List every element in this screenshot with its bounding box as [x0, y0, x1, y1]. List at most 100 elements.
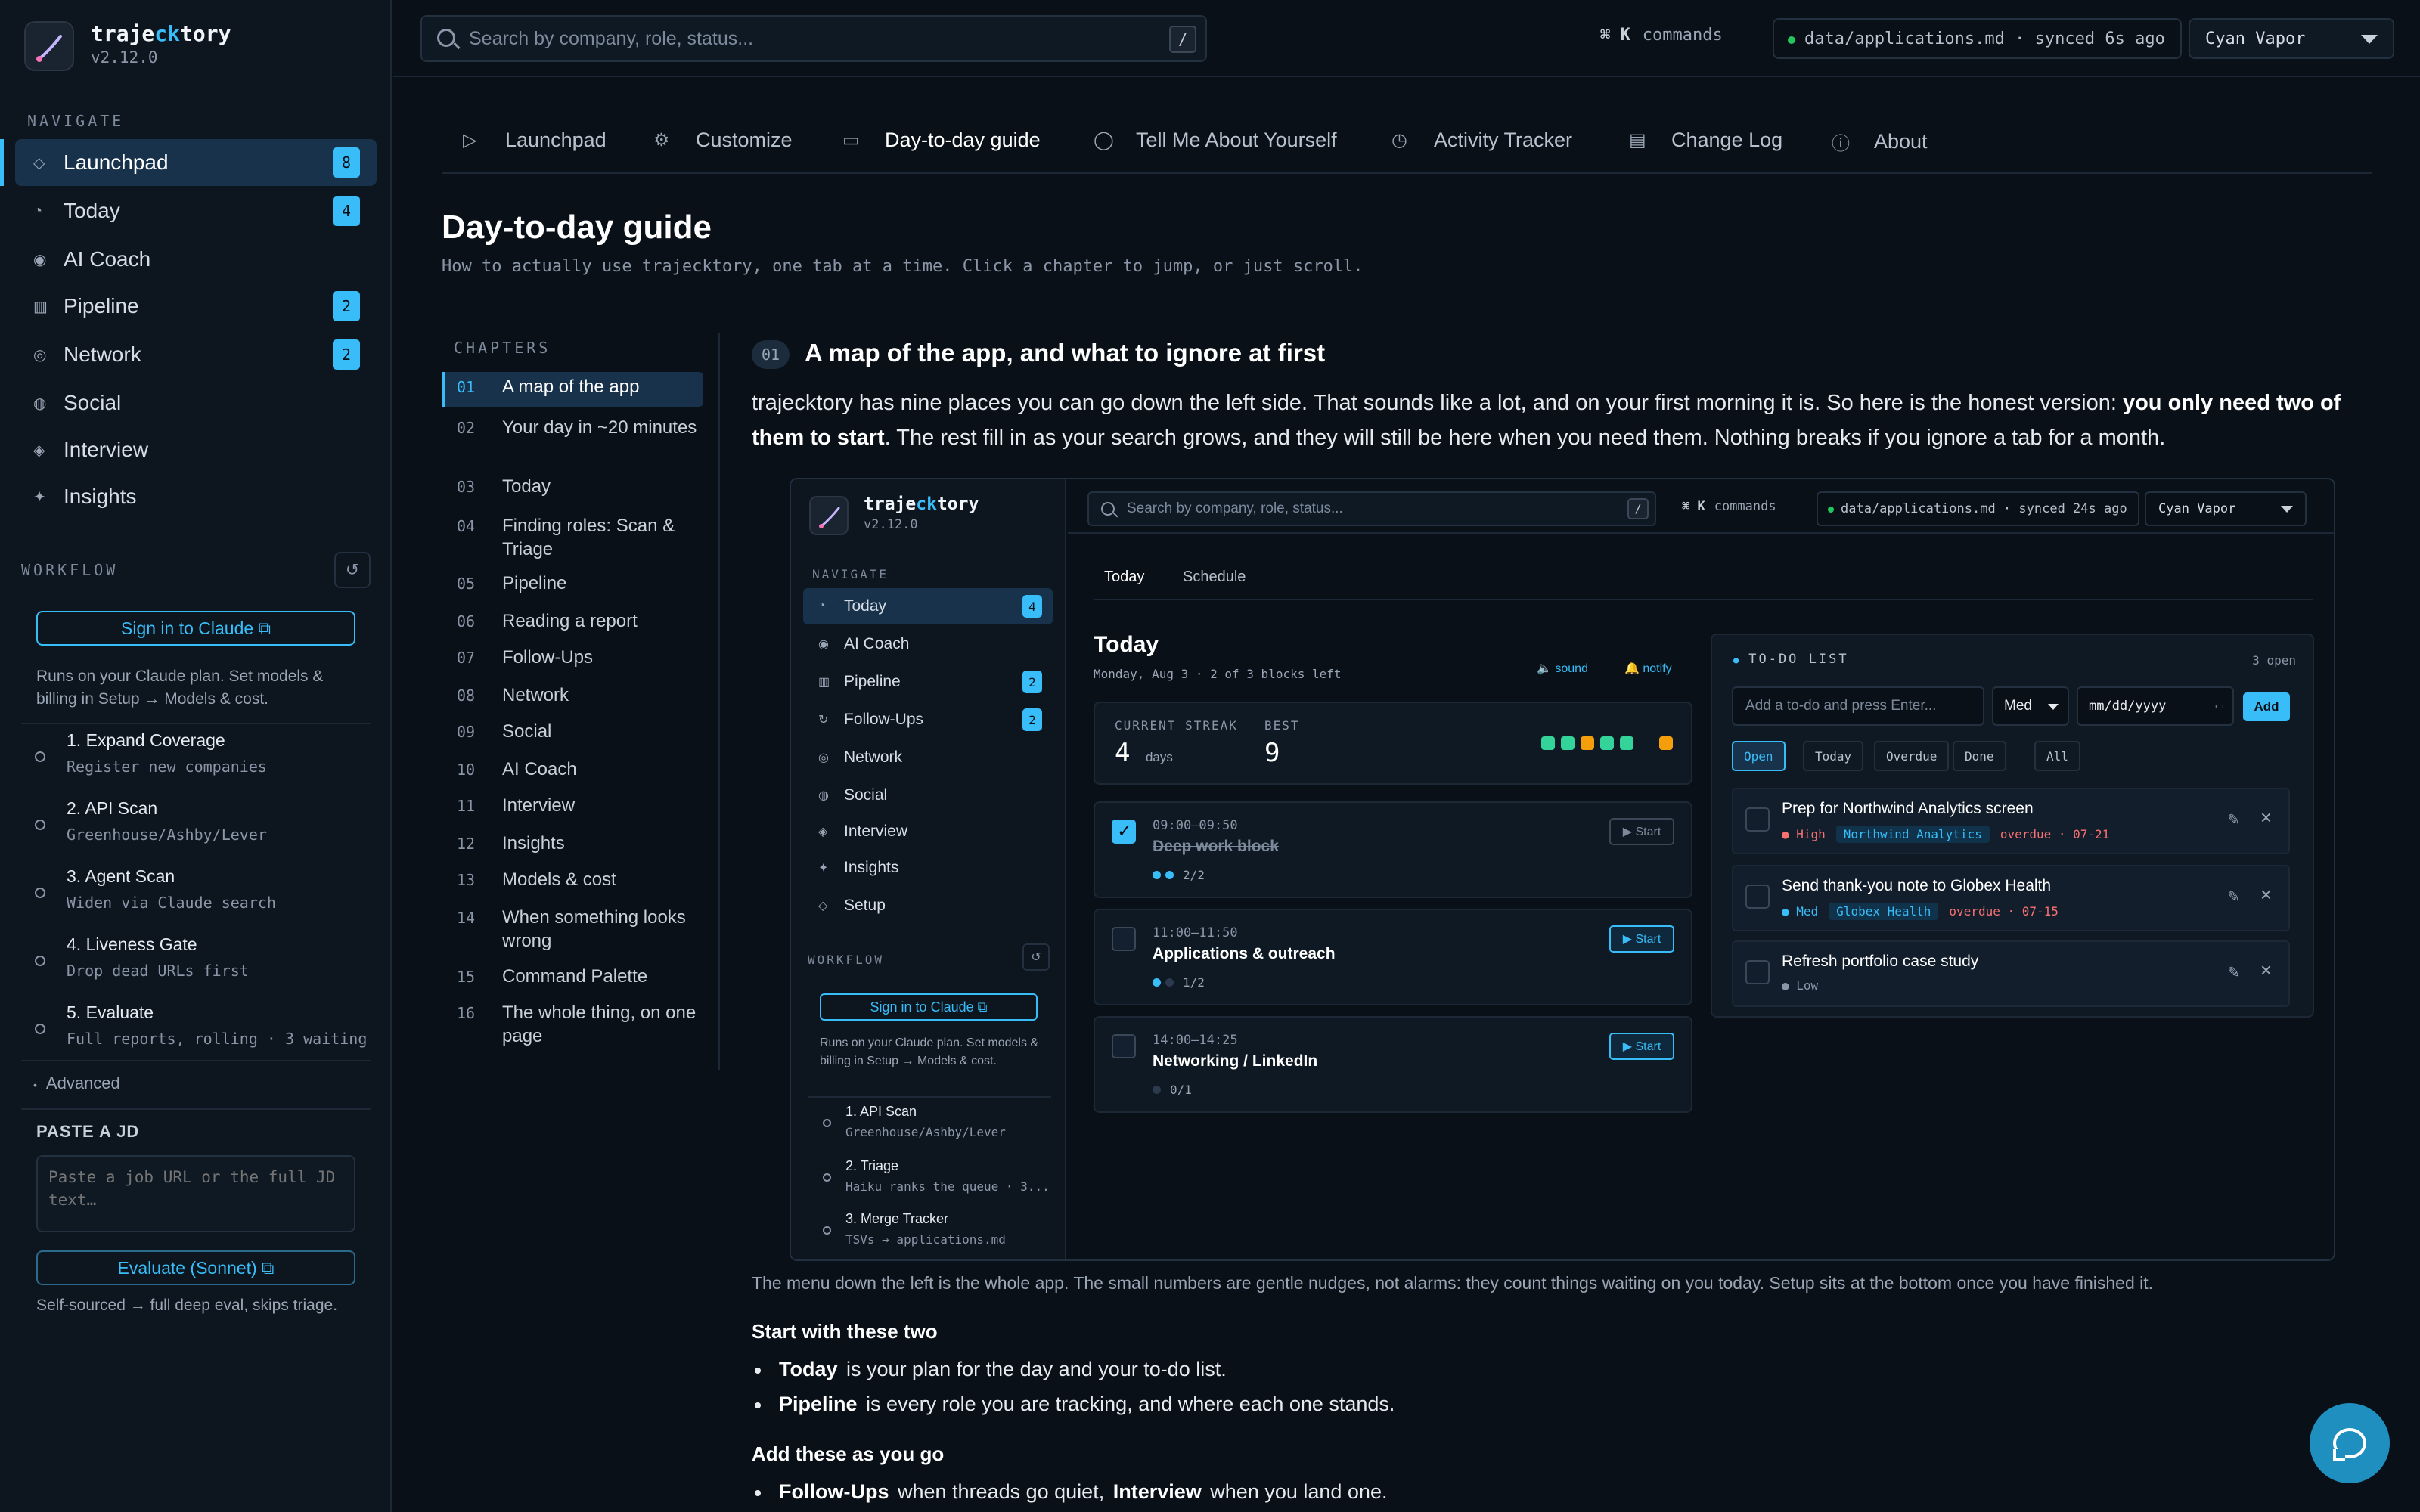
tab-about[interactable]: ⓘ About [1832, 129, 1928, 155]
sidebar-item-ai-coach[interactable]: ◉ AI Coach [15, 236, 377, 283]
tab-tell-me-about-yourself[interactable]: ◯ Tell Me About Yourself [1094, 129, 1337, 152]
divider [21, 1108, 371, 1110]
count-badge: 2 [333, 291, 360, 321]
paste-jd-input[interactable] [36, 1155, 355, 1232]
preview-nav-item: ◔ Today 4 [803, 588, 1053, 624]
sidebar-item-pipeline[interactable]: ▥ Pipeline 2 [15, 283, 377, 330]
clock-icon: ◔ [33, 202, 43, 219]
section-number-badge: 01 [752, 340, 790, 369]
schedule-block: 14:00–14:25 Networking / LinkedIn 0/1 ▶ Sta… [1094, 1016, 1692, 1113]
preview-app-version: v2.12.0 [864, 517, 918, 532]
preview-commands: ⌘ Kcommands [1682, 499, 1776, 514]
chapter-link[interactable]: 13 Models & cost [442, 865, 703, 895]
preview-nav-item: ◉ AI Coach [803, 626, 1053, 662]
nav-icon: ▥ [818, 676, 830, 689]
chapter-link[interactable]: 07 Follow-Ups [442, 643, 703, 673]
page-subtitle: How to actually use trajecktory, one tab… [442, 257, 1364, 276]
tab-launchpad[interactable]: ▷ Launchpad [463, 129, 607, 152]
chapter-link[interactable]: 12 Insights [442, 829, 703, 859]
chapter-number: 13 [457, 871, 476, 889]
chapter-link[interactable]: 09 Social [442, 717, 703, 747]
chapter-link[interactable]: 06 Reading a report [442, 606, 703, 637]
chapter-label: Insights [502, 833, 565, 854]
nav-icon: ◍ [818, 789, 829, 802]
tab-customize[interactable]: ⚙ Customize [653, 129, 793, 152]
preview-tabs: Today Schedule [1094, 562, 2313, 600]
sidebar-item-label: Social [64, 391, 122, 414]
preview-nav-item: ✦ Insights [803, 850, 1053, 886]
todo-item: Send thank-you note to Globex Health ● Me… [1732, 865, 2290, 931]
chapter-label: Network [502, 685, 569, 705]
chapter-link[interactable]: 08 Network [442, 680, 703, 711]
chapter-label: Interview [502, 795, 576, 816]
schedule-block: 09:00–09:50 Deep work block 2/2 ▶ Start [1094, 801, 1692, 898]
sidebar-item-insights[interactable]: ✦ Insights [15, 473, 377, 520]
start-button: ▶ Start [1609, 818, 1674, 845]
preview-nav-item: ◈ Interview [803, 813, 1053, 850]
tab-label: About [1874, 130, 1928, 153]
todo-item: Prep for Northwind Analytics screen ● Hig… [1732, 788, 2290, 854]
step-subtitle: Haiku ranks the queue · 3... [845, 1179, 1050, 1194]
sidebar-item-launchpad[interactable]: ◇ Launchpad 8 [0, 139, 377, 186]
sidebar-item-network[interactable]: ◎ Network 2 [15, 331, 377, 378]
chapter-number: 02 [457, 419, 476, 437]
preview-date: Monday, Aug 3 · 2 of 3 blocks left [1094, 667, 1342, 681]
tab-bar: ▷ Launchpad ⚙ Customize ▭ Day-to-day guide ◯ Te… [442, 121, 2372, 174]
search-bar[interactable]: / [420, 15, 1207, 62]
chapter-link[interactable]: 03 Today [442, 472, 703, 502]
chat-bubble-icon [2333, 1428, 2366, 1461]
theme-select[interactable]: Cyan Vapor [2189, 18, 2394, 59]
evaluate-sonnet-button[interactable]: Evaluate (Sonnet) ⧉ [36, 1250, 355, 1285]
tab-day-to-day-guide[interactable]: ▭ Day-to-day guide [842, 129, 1041, 152]
chapter-link[interactable]: 02 Your day in ~20 minutes [442, 413, 703, 464]
sidebar-item-today[interactable]: ◔ Today 4 [15, 187, 377, 234]
diamond-icon: ◇ [33, 154, 45, 172]
chapter-link[interactable]: 01 A map of the app [442, 372, 703, 407]
tab-change-log[interactable]: ▤ Change Log [1629, 129, 1782, 152]
plan-note: Runs on your Claude plan. Set models & b… [36, 668, 324, 708]
tab-label: Customize [696, 129, 793, 151]
chapter-link[interactable]: 16 The whole thing, on one page [442, 998, 703, 1049]
sidebar-item-label: Network [64, 342, 141, 366]
tab-label: Tell Me About Yourself [1136, 129, 1337, 151]
preview-workflow-label: WORKFLOW [808, 953, 885, 967]
chapter-link[interactable]: 15 Command Palette [442, 962, 703, 992]
chapters-divider [718, 333, 720, 1070]
clock-icon: ◷ [1392, 130, 1407, 150]
step-title: 1. API Scan [845, 1104, 917, 1119]
chat-button[interactable] [2310, 1403, 2390, 1483]
priority-text: Low [1796, 978, 1819, 993]
preview-nav-label: Today [844, 597, 887, 615]
search-input[interactable] [469, 27, 1150, 50]
sign-in-claude-button[interactable]: Sign in to Claude ⧉ [36, 611, 355, 646]
search-shortcut-key: / [1169, 26, 1196, 53]
app-logo[interactable] [24, 21, 74, 71]
step-subtitle: TSVs → applications.md [845, 1232, 1006, 1247]
sidebar-item-interview[interactable]: ◈ Interview [15, 426, 377, 473]
step-subtitle: Full reports, rolling · 3 waiting [67, 1030, 368, 1048]
command-palette-button[interactable]: ⌘ Kcommands [1600, 26, 1723, 45]
info-icon: ⓘ [1832, 134, 1850, 154]
sidebar-item-label: AI Coach [64, 247, 151, 271]
chapter-link[interactable]: 05 Pipeline [442, 569, 703, 599]
refresh-workflow-button[interactable]: ↺ [334, 552, 371, 588]
sidebar-item-social[interactable]: ◍ Social [15, 380, 377, 426]
play-icon: ▷ [463, 130, 477, 150]
nav-icon: ◇ [818, 900, 828, 912]
top-bar: / ⌘ Kcommands data/applications.md · syn… [393, 0, 2420, 77]
preview-todo-list: ● TO-DO LIST 3 open Add a to-do and press… [1711, 634, 2314, 1018]
chapter-link[interactable]: 10 AI Coach [442, 754, 703, 785]
advanced-toggle[interactable]: • Advanced [33, 1074, 120, 1093]
block-title: Applications & outreach [1153, 945, 1336, 962]
edit-icon: ✎ [2227, 965, 2240, 981]
priority-text: High [1796, 827, 1826, 841]
todo-meta: ● Med Globex Health overdue · 07-15 [1782, 903, 2059, 920]
chapter-link[interactable]: 04 Finding roles: Scan & Triage [442, 511, 703, 562]
chapter-number: 11 [457, 797, 476, 815]
chapter-link[interactable]: 11 Interview [442, 791, 703, 821]
tab-activity-tracker[interactable]: ◷ Activity Tracker [1392, 129, 1572, 152]
chapter-link[interactable]: 14 When something looks wrong [442, 903, 703, 954]
progress-text: 1/2 [1183, 975, 1205, 990]
target-icon: ◉ [33, 251, 47, 268]
chapter-label: The whole thing, on one page [502, 1002, 697, 1046]
